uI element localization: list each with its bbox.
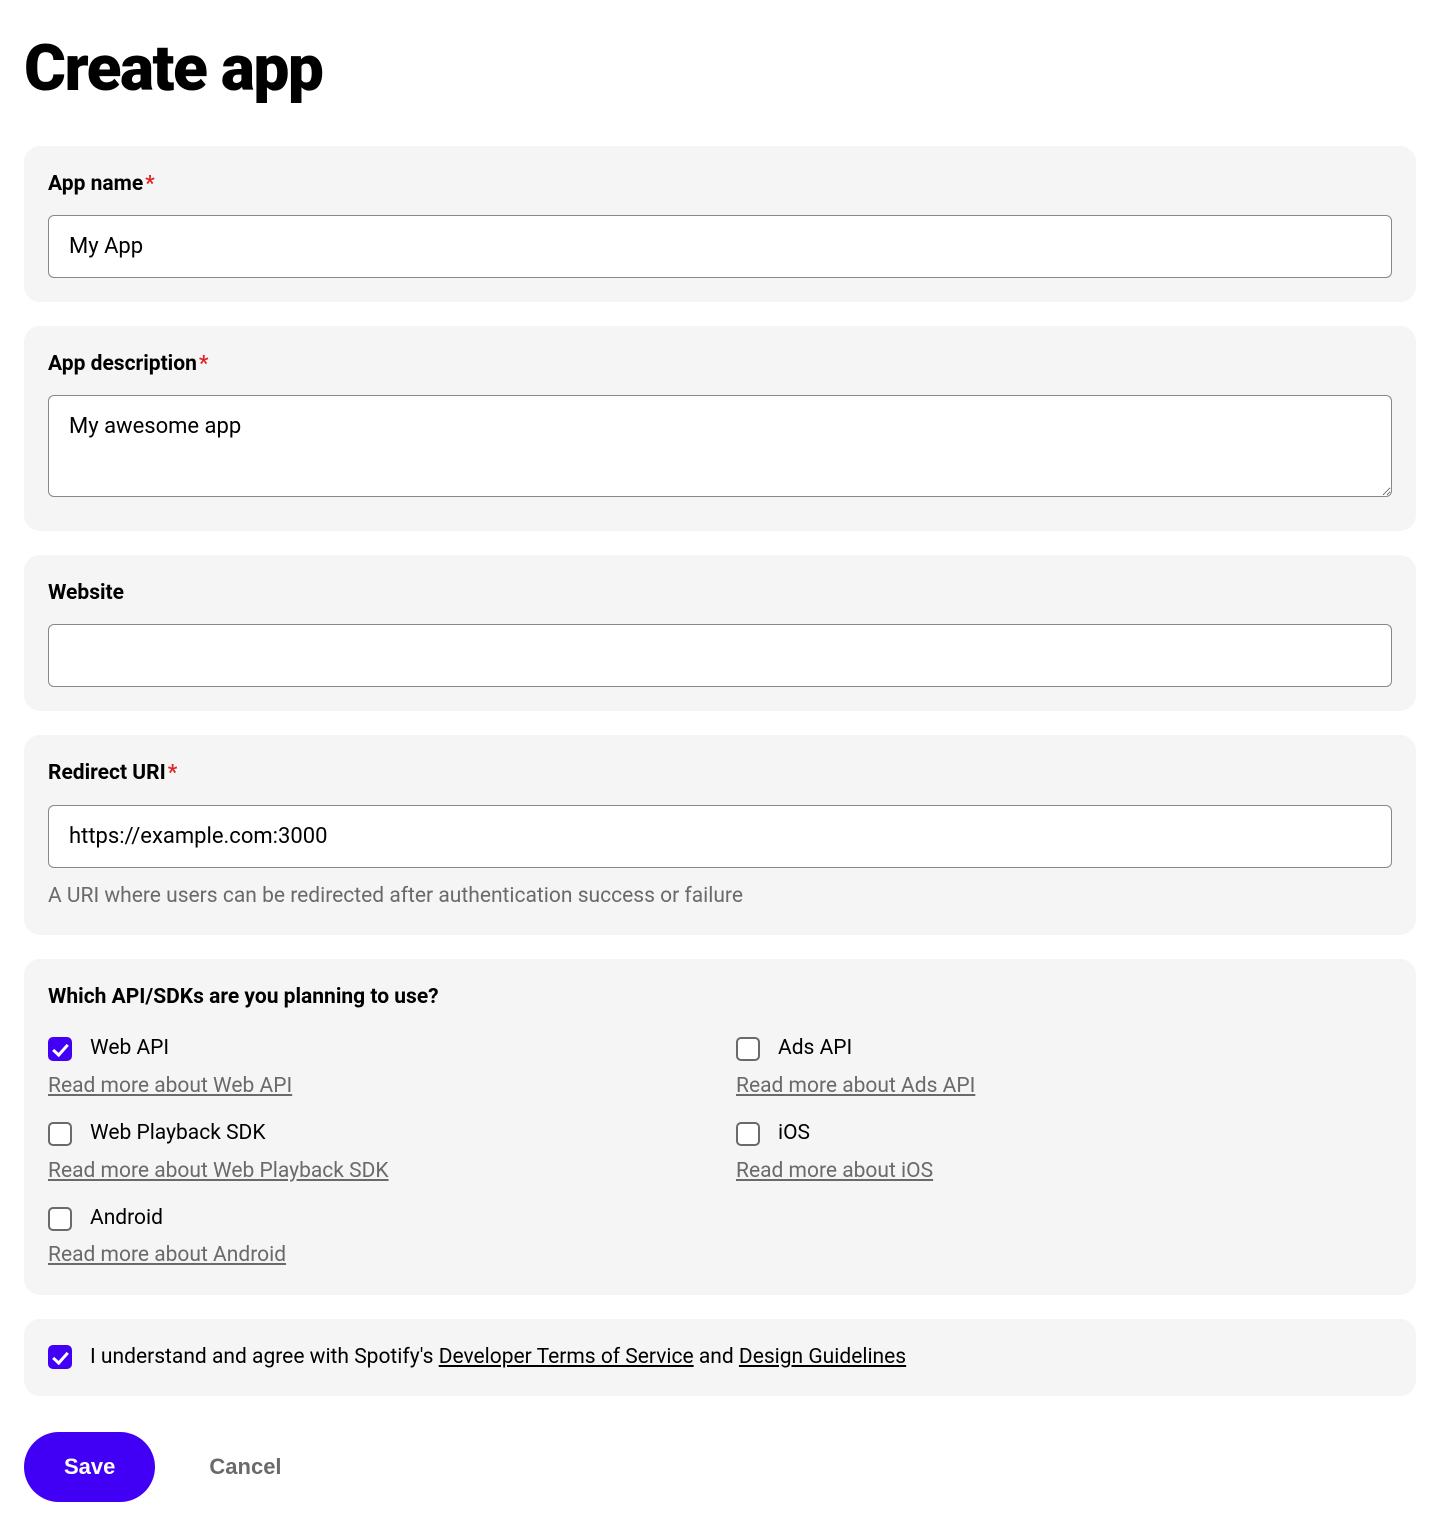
tos-checkbox[interactable] bbox=[48, 1345, 72, 1369]
sdk-checkbox-web-playback-sdk[interactable] bbox=[48, 1122, 72, 1146]
redirect-uri-label: Redirect URI* bbox=[48, 759, 1392, 788]
app-name-label: App name* bbox=[48, 170, 1392, 199]
read-more-ios[interactable]: Read more about iOS bbox=[736, 1157, 933, 1186]
website-input[interactable] bbox=[48, 624, 1392, 687]
read-more-ads-api[interactable]: Read more about Ads API bbox=[736, 1072, 975, 1101]
sdk-label: Web Playback SDK bbox=[90, 1119, 266, 1148]
website-label: Website bbox=[48, 579, 1392, 608]
redirect-uri-input[interactable] bbox=[48, 805, 1392, 868]
sdk-checkbox-ios[interactable] bbox=[736, 1122, 760, 1146]
sdk-checkbox-ads-api[interactable] bbox=[736, 1037, 760, 1061]
actions-row: Save Cancel bbox=[24, 1432, 1416, 1502]
required-marker: * bbox=[168, 761, 178, 785]
app-description-input[interactable]: My awesome app bbox=[48, 395, 1392, 497]
sdk-checkbox-web-api[interactable] bbox=[48, 1037, 72, 1061]
sdk-question: Which API/SDKs are you planning to use? bbox=[48, 983, 1392, 1012]
sdk-section: Which API/SDKs are you planning to use? … bbox=[24, 959, 1416, 1295]
tos-section: I understand and agree with Spotify's De… bbox=[24, 1319, 1416, 1396]
read-more-android[interactable]: Read more about Android bbox=[48, 1241, 286, 1270]
app-description-section: App description* My awesome app bbox=[24, 326, 1416, 531]
app-name-input[interactable] bbox=[48, 215, 1392, 278]
sdk-option-android: Android Read more about Android bbox=[48, 1204, 704, 1271]
sdk-option-ios: iOS Read more about iOS bbox=[736, 1119, 1392, 1186]
app-name-section: App name* bbox=[24, 146, 1416, 302]
redirect-uri-help: A URI where users can be redirected afte… bbox=[48, 882, 1392, 911]
redirect-uri-section: Redirect URI* A URI where users can be r… bbox=[24, 735, 1416, 935]
website-section: Website bbox=[24, 555, 1416, 711]
sdk-option-web-playback-sdk: Web Playback SDK Read more about Web Pla… bbox=[48, 1119, 704, 1186]
sdk-option-web-api: Web API Read more about Web API bbox=[48, 1034, 704, 1101]
read-more-web-playback-sdk[interactable]: Read more about Web Playback SDK bbox=[48, 1157, 389, 1186]
page-title: Create app bbox=[24, 24, 1416, 114]
sdk-label: Web API bbox=[90, 1034, 169, 1063]
sdk-checkbox-android[interactable] bbox=[48, 1207, 72, 1231]
required-marker: * bbox=[145, 172, 155, 196]
required-marker: * bbox=[199, 352, 209, 376]
sdk-option-ads-api: Ads API Read more about Ads API bbox=[736, 1034, 1392, 1101]
tos-link-design-guidelines[interactable]: Design Guidelines bbox=[739, 1345, 906, 1369]
sdk-label: iOS bbox=[778, 1119, 810, 1148]
cancel-button[interactable]: Cancel bbox=[209, 1454, 281, 1480]
tos-text: I understand and agree with Spotify's De… bbox=[90, 1343, 906, 1372]
sdk-label: Android bbox=[90, 1204, 163, 1233]
tos-link-developer-terms[interactable]: Developer Terms of Service bbox=[439, 1345, 694, 1369]
app-description-label: App description* bbox=[48, 350, 1392, 379]
read-more-web-api[interactable]: Read more about Web API bbox=[48, 1072, 292, 1101]
save-button[interactable]: Save bbox=[24, 1432, 155, 1502]
sdk-label: Ads API bbox=[778, 1034, 852, 1063]
